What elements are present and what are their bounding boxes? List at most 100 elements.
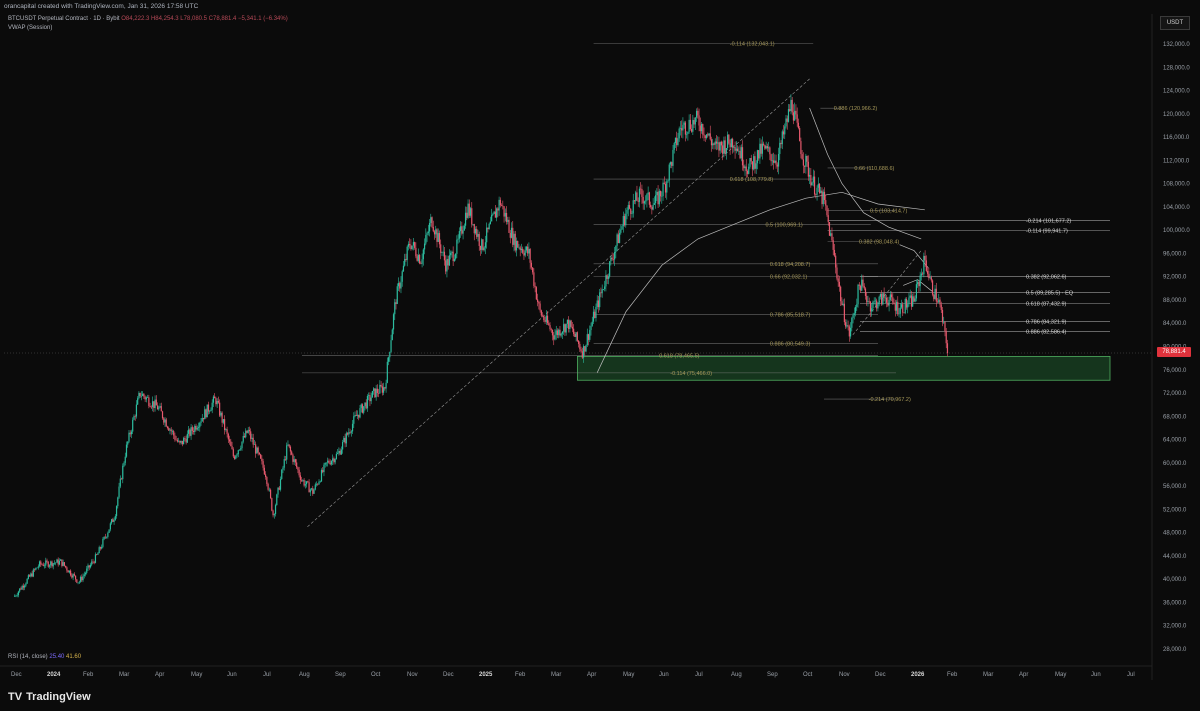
candle-body <box>678 128 680 139</box>
candle-body <box>101 546 103 549</box>
candle-body <box>861 279 863 291</box>
candle-body <box>277 487 279 495</box>
candle-body <box>872 301 874 309</box>
candle-body <box>596 300 598 307</box>
rsi-legend[interactable]: RSI (14, close) 25.40 41.60 <box>8 654 81 660</box>
candle-body <box>781 131 783 145</box>
candle-body <box>816 187 818 195</box>
candle-body <box>813 176 816 195</box>
candle-body <box>407 243 410 247</box>
candle-body <box>211 402 213 410</box>
candle-body <box>457 238 459 240</box>
candle-body <box>428 222 431 232</box>
candle-body <box>743 165 745 169</box>
candle-body <box>302 480 304 481</box>
candle-body <box>703 134 705 136</box>
candle-body <box>237 450 239 455</box>
candle-body <box>471 208 473 225</box>
candle-body <box>83 574 85 576</box>
candle-body <box>533 272 535 286</box>
candle-body <box>412 242 415 246</box>
candle-body <box>440 244 442 253</box>
x-tick-label: May <box>191 672 202 678</box>
candle-body <box>287 444 289 446</box>
candle-body <box>888 299 890 306</box>
candle-body <box>538 301 540 304</box>
candle-body <box>338 450 340 453</box>
candle-body <box>575 332 577 337</box>
candle-body <box>748 166 750 174</box>
candle-body <box>397 283 400 287</box>
fib-level-label: 0.618 (78,465.5) <box>659 353 700 359</box>
fib-levels: -0.114 (132,043.1) 0.886 (120,966.2) 0.66 … <box>302 42 1110 403</box>
candle-body <box>257 447 259 453</box>
candle-body <box>600 292 602 294</box>
candle-body <box>183 438 185 445</box>
candle-body <box>351 423 354 432</box>
candle-body <box>125 444 128 457</box>
candle-body <box>293 459 295 462</box>
candle-body <box>907 304 909 308</box>
candle-body <box>17 591 20 596</box>
candle-body <box>313 489 315 494</box>
candle-body <box>561 331 564 334</box>
candle-body <box>79 576 82 582</box>
fib-level-label: 0.618 (87,432.9) <box>1026 301 1067 307</box>
symbol-legend[interactable]: BTCUSDT Perpetual Contract · 1D · Bybit … <box>8 16 288 22</box>
vwap-label: VWAP (Session) <box>8 25 53 31</box>
candle-body <box>698 115 700 126</box>
candle-body <box>391 329 393 341</box>
candle-body <box>477 234 479 237</box>
fib-level-label: -0.114 (99,941.7) <box>1026 228 1068 234</box>
candle-body <box>358 414 360 418</box>
candle-body <box>450 252 452 256</box>
candle-body <box>609 261 611 277</box>
candle-body <box>707 134 709 136</box>
candle-body <box>370 397 372 402</box>
candle-body <box>915 284 918 299</box>
candle-body <box>786 118 788 122</box>
candle-body <box>520 248 523 251</box>
candle-body <box>228 439 231 442</box>
candle-body <box>674 137 677 144</box>
candle-body <box>456 239 458 254</box>
candle-body <box>81 576 83 581</box>
fib-level-label: -0.214 (70,967.2) <box>869 397 911 403</box>
candle-body <box>350 431 352 433</box>
candle-body <box>67 570 69 573</box>
candle-body <box>210 409 212 412</box>
candle-body <box>160 406 162 412</box>
indicator-legend[interactable]: VWAP (Session) <box>8 25 52 31</box>
candle-body <box>770 154 772 162</box>
currency-button[interactable]: USDT <box>1160 16 1190 30</box>
candle-body <box>238 449 241 451</box>
price-chart[interactable]: -0.114 (132,043.1) 0.886 (120,966.2) 0.66 … <box>0 0 1200 688</box>
candle-body <box>543 316 545 321</box>
candle-body <box>848 326 850 337</box>
x-tick-label: Feb <box>947 672 958 678</box>
candle-body <box>712 143 714 146</box>
candle-body <box>519 247 521 251</box>
candle-body <box>425 235 427 244</box>
tradingview-brand[interactable]: TV TradingView <box>8 691 91 703</box>
candle-body <box>715 141 718 144</box>
candle-body <box>169 429 171 431</box>
candle-body <box>658 190 660 205</box>
candle-body <box>823 191 826 201</box>
candle-body <box>92 561 94 563</box>
candle-body <box>874 300 877 302</box>
candle-body <box>725 148 727 154</box>
candle-body <box>939 299 941 305</box>
candle-body <box>57 559 59 565</box>
candle-body <box>684 122 686 135</box>
candle-body <box>756 150 759 164</box>
candle-body <box>41 564 43 566</box>
candle-body <box>474 228 477 234</box>
candle-body <box>231 446 233 450</box>
candle-body <box>411 245 413 250</box>
candle-body <box>699 125 701 132</box>
candle-body <box>821 190 823 205</box>
time-axis[interactable]: Dec 2024 Feb Mar Apr May Jun Jul Aug Sep Oct Nov Dec… <box>0 665 1152 678</box>
candle-body <box>772 160 775 163</box>
x-tick-label: Jun <box>1091 672 1101 678</box>
